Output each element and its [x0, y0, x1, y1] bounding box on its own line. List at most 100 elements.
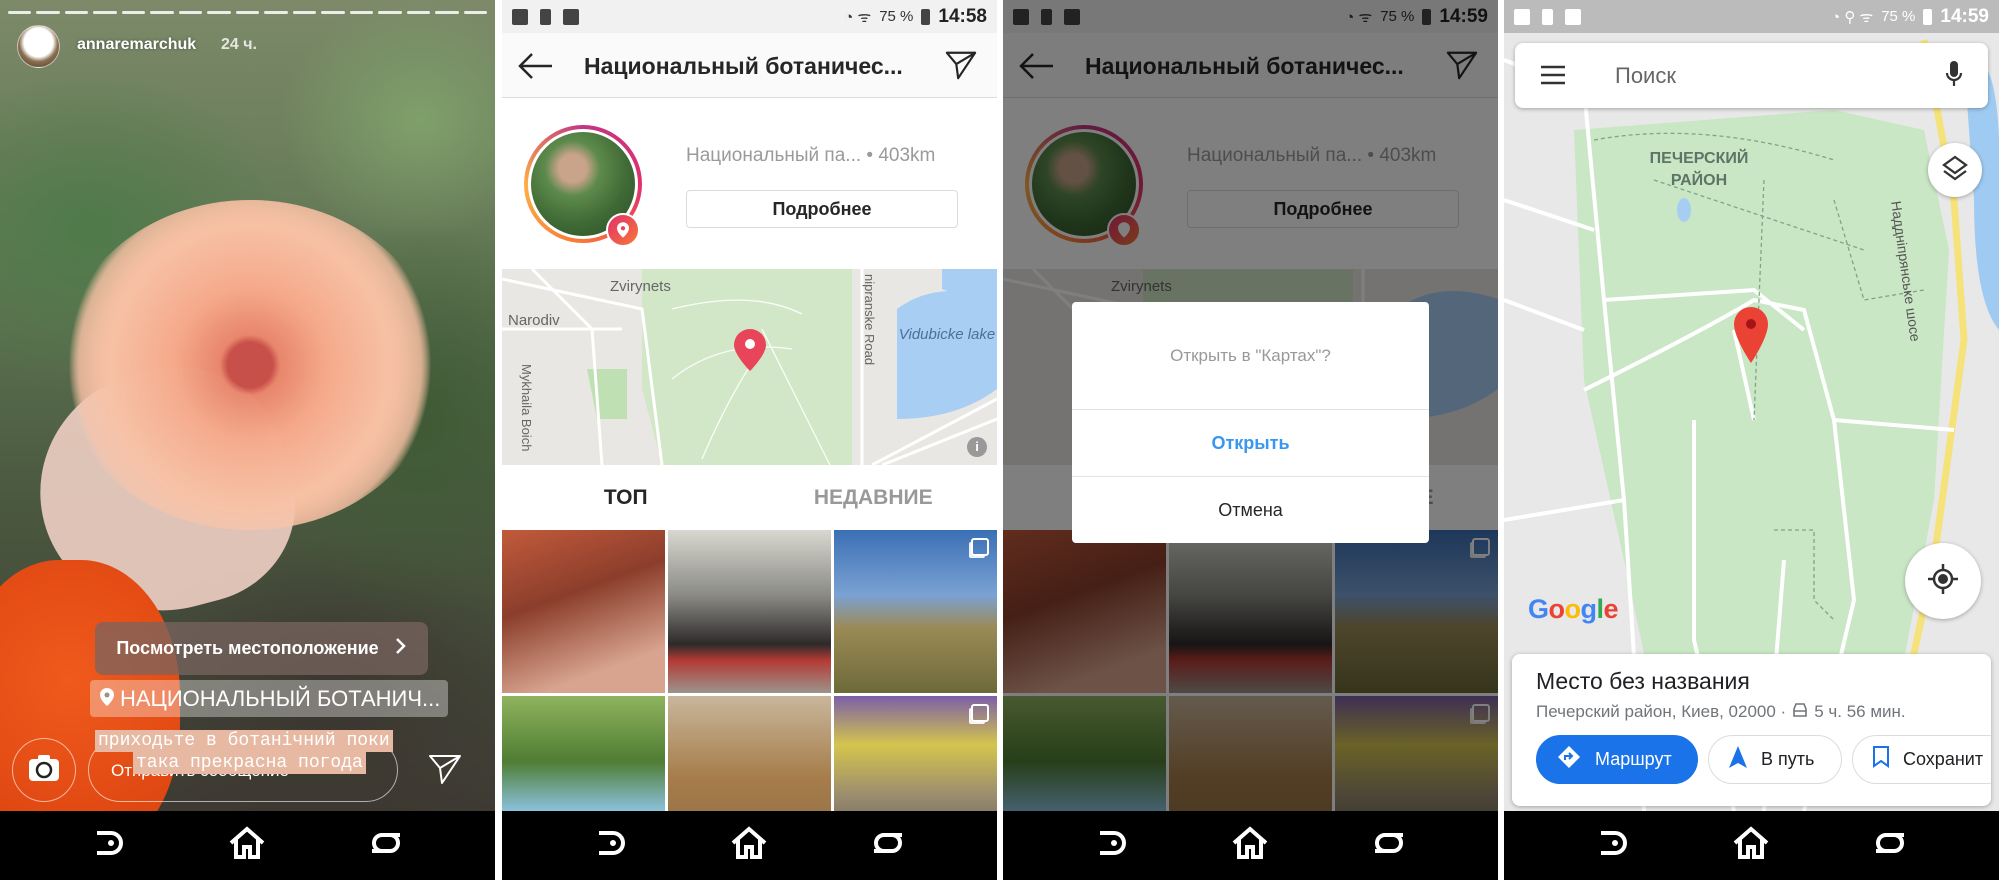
location-map[interactable]: Zvirynets Narodiv Mykhaila Boich niprans… — [502, 269, 997, 465]
place-address: Печерский район, Киев, 02000 · 5 ч. 56 м… — [1536, 702, 1906, 722]
photo-tile[interactable] — [668, 530, 831, 693]
nav-home-icon[interactable] — [727, 821, 771, 870]
photo-tile[interactable] — [834, 530, 997, 693]
battery-saver-icon — [540, 8, 551, 25]
place-card[interactable]: Место без названия Печерский район, Киев… — [1512, 654, 1991, 806]
route-button[interactable]: Маршрут — [1536, 735, 1698, 784]
photo-tile[interactable] — [502, 530, 665, 693]
back-arrow-icon[interactable] — [518, 51, 554, 86]
nav-back-icon[interactable] — [1090, 821, 1134, 870]
map-label-narodiv: Narodiv — [508, 312, 560, 329]
gallery-icon — [512, 8, 528, 25]
google-logo: Google — [1528, 594, 1619, 624]
open-in-maps-dialog: Открыть в "Картах"? Открыть Отмена — [1072, 302, 1429, 543]
status-bar: ◔ ᯤ 75 % 14:58 — [502, 0, 997, 33]
tabs: ТОП НЕДАВНИЕ — [502, 465, 997, 530]
distance: • 403km — [866, 145, 936, 166]
clock: 14:59 — [1940, 5, 1989, 27]
story-screen: annaremarchuk 24 ч. Посмотреть местополо… — [0, 0, 495, 880]
story-progress — [8, 11, 487, 14]
carousel-icon — [971, 704, 989, 722]
info-icon[interactable]: i — [967, 437, 987, 457]
nav-back-icon[interactable] — [589, 821, 633, 870]
details-button[interactable]: Подробнее — [686, 190, 958, 228]
menu-icon[interactable] — [1540, 65, 1566, 90]
location-sticker-label: НАЦИОНАЛЬНЫЙ БОТАНИЧ... — [120, 685, 441, 711]
send-icon[interactable] — [945, 49, 977, 86]
status-bar: ◔ ⚲ ᯤ 75 % 14:59 — [1504, 0, 1999, 33]
caption-line-2: така прекрасна погода — [133, 752, 366, 774]
directions-icon — [1557, 745, 1581, 774]
battery-icon — [921, 8, 931, 25]
tab-recent[interactable]: НЕДАВНИЕ — [750, 465, 998, 530]
start-navigation-button[interactable]: В путь — [1708, 735, 1842, 784]
place-name: Место без названия — [1536, 668, 1750, 694]
place-name: Национальный па... — [686, 145, 862, 166]
story-caption: приходьте в ботанічний поки така прекрас… — [95, 730, 393, 774]
story-age: 24 ч. — [221, 36, 257, 53]
carousel-icon — [971, 538, 989, 556]
android-nav-bar — [502, 811, 997, 880]
cancel-button[interactable]: Отмена — [1072, 477, 1429, 543]
map-pin-icon[interactable] — [1734, 307, 1768, 368]
map-label-zvirynets: Zvirynets — [610, 278, 671, 295]
route-label: Маршрут — [1595, 749, 1672, 769]
nav-recents-icon[interactable] — [364, 821, 408, 870]
tab-top[interactable]: ТОП — [502, 465, 750, 530]
my-location-button[interactable] — [1905, 543, 1981, 619]
instagram-notification-icon — [1565, 8, 1581, 25]
flower-image-front — [60, 200, 440, 530]
bookmark-icon — [1873, 746, 1889, 773]
save-label: Сохранит — [1903, 749, 1984, 769]
nav-home-icon[interactable] — [1729, 821, 1773, 870]
view-location-button[interactable]: Посмотреть местоположение — [95, 622, 428, 675]
clock: 14:58 — [938, 5, 987, 27]
map-label-district: ПЕЧЕРСКИЙ РАЙОН — [1649, 150, 1749, 189]
android-nav-bar — [1504, 811, 1999, 880]
nav-recents-icon[interactable] — [1868, 821, 1912, 870]
open-button[interactable]: Открыть — [1072, 410, 1429, 477]
map-pin-icon — [734, 329, 766, 376]
address-text: Печерский район, Киев, 02000 · — [1536, 702, 1787, 721]
my-location-icon — [1927, 563, 1959, 600]
nav-home-icon[interactable] — [225, 821, 269, 870]
wifi-icon: ◔ ᯤ — [844, 8, 872, 26]
location-pin-icon — [100, 686, 114, 712]
chevron-right-icon — [395, 637, 407, 660]
gallery-icon — [1514, 8, 1530, 25]
nav-home-icon[interactable] — [1228, 821, 1272, 870]
open-in-maps-screen: ◔ ᯤ 75 % 14:59 Национальный ботаничес...… — [1003, 0, 1498, 880]
nav-back-icon[interactable] — [87, 821, 131, 870]
go-label: В путь — [1761, 749, 1815, 769]
android-nav-bar — [0, 811, 495, 880]
location-page-screen: ◔ ᯤ 75 % 14:58 Национальный ботаничес...… — [502, 0, 997, 880]
battery-percent: 75 % — [1881, 8, 1916, 25]
location-pin-icon — [606, 213, 640, 247]
search-bar[interactable]: Поиск — [1515, 43, 1988, 108]
photo-grid — [502, 530, 997, 859]
drive-time: 5 ч. 56 мин. — [1814, 702, 1906, 721]
nav-recents-icon[interactable] — [1367, 821, 1411, 870]
location-sticker[interactable]: НАЦИОНАЛЬНЫЙ БОТАНИЧ... — [90, 680, 448, 717]
view-location-label: Посмотреть местоположение — [116, 638, 379, 658]
caption-line-1: приходьте в ботанічний поки — [95, 730, 393, 752]
layers-button[interactable] — [1928, 143, 1982, 197]
instagram-notification-icon — [563, 8, 579, 25]
page-title: Национальный ботаничес... — [584, 53, 903, 79]
story-username[interactable]: annaremarchuk — [77, 36, 196, 54]
camera-button[interactable] — [12, 738, 76, 802]
nav-recents-icon[interactable] — [866, 821, 910, 870]
search-input[interactable]: Поиск — [1615, 63, 1676, 89]
save-button[interactable]: Сохранит — [1852, 735, 1991, 784]
battery-saver-icon — [1542, 8, 1553, 25]
place-info: Национальный па... • 403km — [686, 145, 935, 167]
dialog-question: Открыть в "Картах"? — [1072, 302, 1429, 410]
car-icon — [1792, 702, 1808, 722]
avatar[interactable] — [17, 25, 60, 68]
mic-icon[interactable] — [1945, 60, 1963, 93]
location-status-icon: ◔ ⚲ ᯤ — [1831, 8, 1874, 26]
send-icon[interactable] — [428, 752, 462, 791]
nav-back-icon[interactable] — [1591, 821, 1635, 870]
map-label-street: Mykhaila Boich — [519, 364, 534, 452]
navigation-icon — [1729, 746, 1747, 773]
